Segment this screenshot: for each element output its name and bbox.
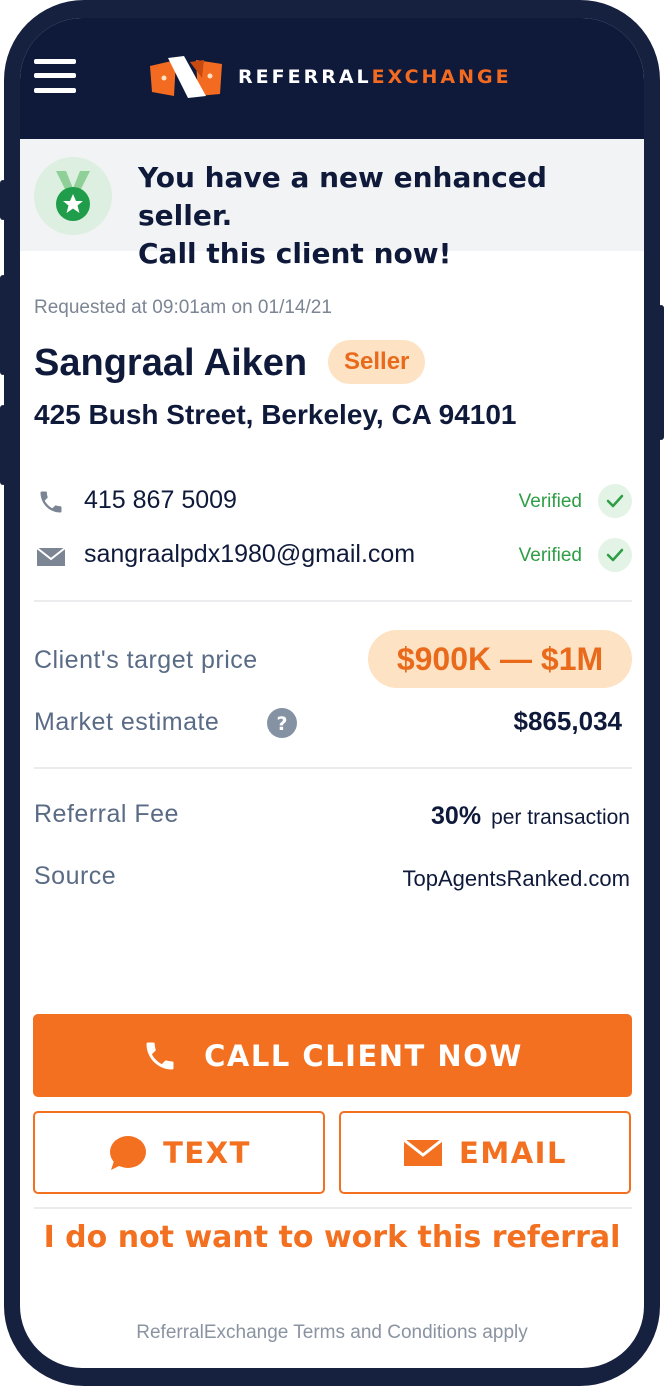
banner-line-2: Call this client now! [138, 237, 452, 270]
client-address: 425 Bush Street, Berkeley, CA 94101 [34, 399, 517, 430]
phone-volume-down-button [0, 405, 6, 485]
phone-volume-up-button [0, 275, 6, 375]
section-divider [34, 600, 632, 602]
call-client-button[interactable]: CALL CLIENT NOW [33, 1014, 632, 1097]
phone-icon [40, 491, 62, 513]
phone-number: 415 867 5009 [84, 486, 237, 514]
hamburger-menu-icon[interactable] [34, 59, 76, 93]
referral-fee-value: 30% per transaction [431, 802, 630, 831]
enhanced-seller-banner: You have a new enhanced seller. Call thi… [20, 139, 644, 270]
phone-power-button [658, 305, 664, 440]
email-verified-label: Verified [518, 545, 582, 566]
referralexchange-logo: REFERRALEXCHANGE [150, 55, 512, 99]
phone-verified-label: Verified [518, 491, 582, 512]
phone-contact-row[interactable]: 415 867 5009 Verified [34, 482, 632, 522]
call-client-label: CALL CLIENT NOW [204, 1038, 523, 1073]
mail-icon [36, 547, 66, 566]
phone-verified-check-icon [598, 484, 632, 518]
svg-text:?: ? [276, 713, 287, 735]
email-address: sangraalpdx1980@gmail.com [84, 540, 416, 568]
medal-star-icon [34, 157, 112, 235]
logo-mark-icon [150, 56, 222, 98]
requested-timestamp: Requested at 09:01am on 01/14/21 [34, 297, 332, 318]
top-navigation-bar: REFERRALEXCHANGE [20, 18, 644, 139]
logo-wordmark: REFERRALEXCHANGE [238, 66, 512, 88]
text-button-label: TEXT [163, 1135, 251, 1170]
phone-mute-switch [0, 180, 6, 220]
referral-fee-suffix: per transaction [491, 806, 630, 829]
text-client-button[interactable]: TEXT [33, 1111, 325, 1194]
email-client-button[interactable]: EMAIL [339, 1111, 631, 1194]
section-divider [34, 767, 632, 769]
phone-icon [146, 1042, 174, 1069]
banner-line-1: You have a new enhanced seller. [138, 161, 547, 232]
source-label: Source [34, 862, 117, 890]
app-screen: REFERRALEXCHANGE You have a new enhanced… [20, 18, 644, 1368]
email-button-label: EMAIL [459, 1135, 567, 1170]
chat-bubble-icon [110, 1135, 147, 1170]
help-question-icon[interactable]: ? [267, 708, 297, 738]
source-value: TopAgentsRanked.com [402, 866, 630, 891]
email-verified-check-icon [598, 538, 632, 572]
referral-fee-percent: 30% [431, 802, 482, 830]
email-contact-row[interactable]: sangraalpdx1980@gmail.com Verified [34, 536, 632, 576]
market-estimate-label: Market estimate [34, 708, 220, 736]
referral-fee-label: Referral Fee [34, 800, 179, 828]
target-price-badge: $900K — $1M [368, 630, 632, 688]
envelope-icon [403, 1138, 443, 1166]
client-type-badge: Seller [328, 340, 426, 384]
decline-referral-link[interactable]: I do not want to work this referral [20, 1220, 644, 1255]
terms-footer-link[interactable]: ReferralExchange Terms and Conditions ap… [20, 1322, 644, 1344]
banner-message: You have a new enhanced seller. Call thi… [138, 159, 618, 273]
target-price-label: Client's target price [34, 646, 258, 674]
client-name: Sangraal Aiken [34, 342, 308, 384]
market-estimate-value: $865,034 [513, 706, 622, 736]
section-divider [34, 1207, 632, 1209]
